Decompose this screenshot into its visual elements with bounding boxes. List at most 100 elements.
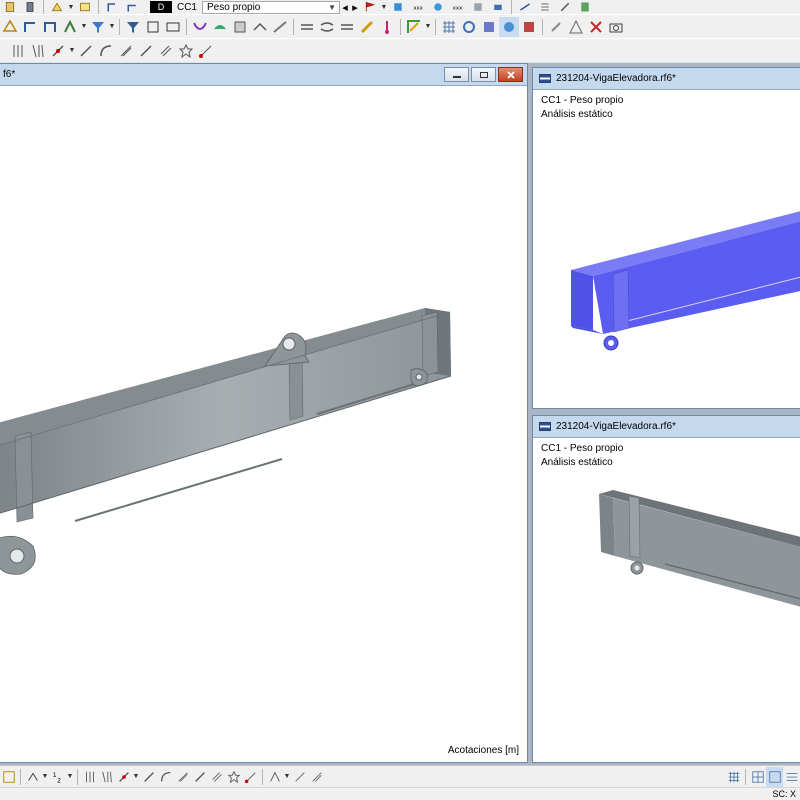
view-xz-icon[interactable] [20, 17, 40, 37]
member-insert-icon[interactable] [48, 41, 68, 61]
line-icon[interactable] [81, 767, 98, 787]
select-frame-icon[interactable] [75, 1, 95, 14]
render-icon[interactable] [459, 17, 479, 37]
solid-icon[interactable] [210, 17, 230, 37]
diagonal-icon[interactable] [136, 41, 156, 61]
camera-icon[interactable] [606, 17, 626, 37]
main-3d-viewport[interactable]: Acotaciones [m] [0, 86, 527, 762]
load-case-next-icon[interactable]: ▸ [350, 1, 360, 14]
snap-grid-icon[interactable] [439, 17, 459, 37]
table-icon[interactable] [143, 17, 163, 37]
result-values-icon[interactable]: xxx [408, 1, 428, 14]
grid-points-icon[interactable] [0, 767, 17, 787]
dimension-dropdown-icon[interactable]: ▼ [283, 773, 291, 780]
restore-button[interactable] [471, 67, 496, 82]
main-window-titlebar[interactable]: f6* [0, 64, 527, 86]
guide-icon[interactable] [308, 767, 325, 787]
arc-icon[interactable] [140, 767, 157, 787]
sub-window-2-titlebar[interactable]: 231204-VigaElevadora.rf6* [533, 416, 800, 438]
sub-window-rendered[interactable]: 231204-VigaElevadora.rf6* CC1 - Peso pro… [532, 67, 800, 409]
line-icon[interactable] [8, 41, 28, 61]
member-insert-icon[interactable] [115, 767, 132, 787]
load-flag-icon[interactable] [360, 1, 380, 14]
connect-icon[interactable] [242, 767, 259, 787]
member-insert-dropdown-icon[interactable]: ▼ [132, 773, 140, 780]
snap-dropdown-icon[interactable]: ▼ [41, 773, 49, 780]
eye-icon[interactable] [499, 16, 519, 37]
snap-icon[interactable] [404, 17, 424, 37]
view-yz-icon[interactable] [40, 17, 60, 37]
view-active-icon[interactable] [766, 766, 783, 787]
view-snap-icon[interactable] [749, 767, 766, 787]
view-grid-icon[interactable] [725, 767, 742, 787]
paint-icon[interactable] [317, 17, 337, 37]
sub-window-2-viewport[interactable]: CC1 - Peso propio Análisis estático [533, 438, 800, 762]
sub-window-solid[interactable]: 231204-VigaElevadora.rf6* CC1 - Peso pro… [532, 415, 800, 763]
sine-icon[interactable] [270, 17, 290, 37]
double-line-icon[interactable] [208, 767, 225, 787]
member-results-icon[interactable] [488, 1, 508, 14]
link-icon[interactable] [519, 17, 539, 37]
filter-icon[interactable] [88, 17, 108, 37]
members-list-icon[interactable] [535, 1, 555, 14]
member-insert-dropdown-icon[interactable]: ▼ [68, 47, 76, 54]
view-axes-icon[interactable] [60, 17, 80, 37]
view-dropdown-icon[interactable]: ▼ [80, 23, 88, 30]
multi-line-icon[interactable] [98, 767, 115, 787]
wave-icon[interactable] [250, 17, 270, 37]
filter-dropdown-icon[interactable]: ▼ [108, 23, 116, 30]
snap-icon[interactable] [24, 767, 41, 787]
star-icon[interactable] [225, 767, 242, 787]
clipboard-icon[interactable] [20, 1, 40, 14]
grid-icon[interactable] [377, 17, 397, 37]
sketch-dropdown-icon[interactable]: ▼ [67, 4, 75, 11]
connect-icon[interactable] [196, 41, 216, 61]
color-render-icon[interactable] [479, 17, 499, 37]
wire-icon[interactable] [230, 17, 250, 37]
calc-icon[interactable] [575, 1, 595, 14]
frame-icon[interactable] [123, 17, 143, 37]
numbering-dropdown-icon[interactable]: ▼ [66, 773, 74, 780]
spline-icon[interactable] [116, 41, 136, 61]
dimension-icon[interactable] [266, 767, 283, 787]
color-scale-icon[interactable] [190, 17, 210, 37]
warning-icon[interactable] [566, 17, 586, 37]
deform-icon[interactable] [163, 17, 183, 37]
minimize-button[interactable] [444, 67, 469, 82]
diagonal-icon[interactable] [191, 767, 208, 787]
paste-icon[interactable] [0, 1, 20, 14]
snap-dropdown-icon[interactable]: ▼ [424, 23, 432, 30]
main-model-window[interactable]: f6* Acotaciones [m] [0, 63, 528, 763]
member-icon[interactable] [122, 1, 142, 14]
star-icon[interactable] [176, 41, 196, 61]
chevron-down-icon[interactable]: ▼ [328, 3, 339, 12]
delete-icon[interactable] [586, 17, 606, 37]
mirror-icon[interactable] [546, 17, 566, 37]
pointer-icon[interactable] [337, 17, 357, 37]
node-icon[interactable] [102, 1, 122, 14]
support-icon[interactable]: xxx [448, 1, 468, 14]
sections-icon[interactable] [515, 1, 535, 14]
double-line-icon[interactable] [156, 41, 176, 61]
load-case-prev-icon[interactable]: ◂ [340, 1, 350, 14]
curve-icon[interactable] [157, 767, 174, 787]
lines-results-icon[interactable] [468, 1, 488, 14]
load-flag-dropdown-icon[interactable]: ▼ [380, 4, 388, 11]
load-case-select[interactable]: Peso propio ▼ [202, 0, 340, 14]
curve-icon[interactable] [96, 41, 116, 61]
arc-icon[interactable] [76, 41, 96, 61]
view-iso-icon[interactable] [0, 17, 20, 37]
rotate-icon[interactable] [297, 17, 317, 37]
numbering-icon[interactable]: 12 [49, 767, 66, 787]
pen-icon[interactable] [555, 1, 575, 14]
sub-window-1-titlebar[interactable]: 231204-VigaElevadora.rf6* [533, 68, 800, 90]
close-button[interactable] [498, 67, 523, 82]
sub-window-1-viewport[interactable]: CC1 - Peso propio Análisis estático [533, 90, 800, 408]
deformation-icon[interactable] [428, 1, 448, 14]
view-more-icon[interactable] [783, 767, 800, 787]
sketch-icon[interactable] [47, 1, 67, 14]
multi-line-icon[interactable] [28, 41, 48, 61]
measure-icon[interactable] [291, 767, 308, 787]
result-display-icon[interactable] [388, 1, 408, 14]
chart-icon[interactable] [357, 17, 377, 37]
